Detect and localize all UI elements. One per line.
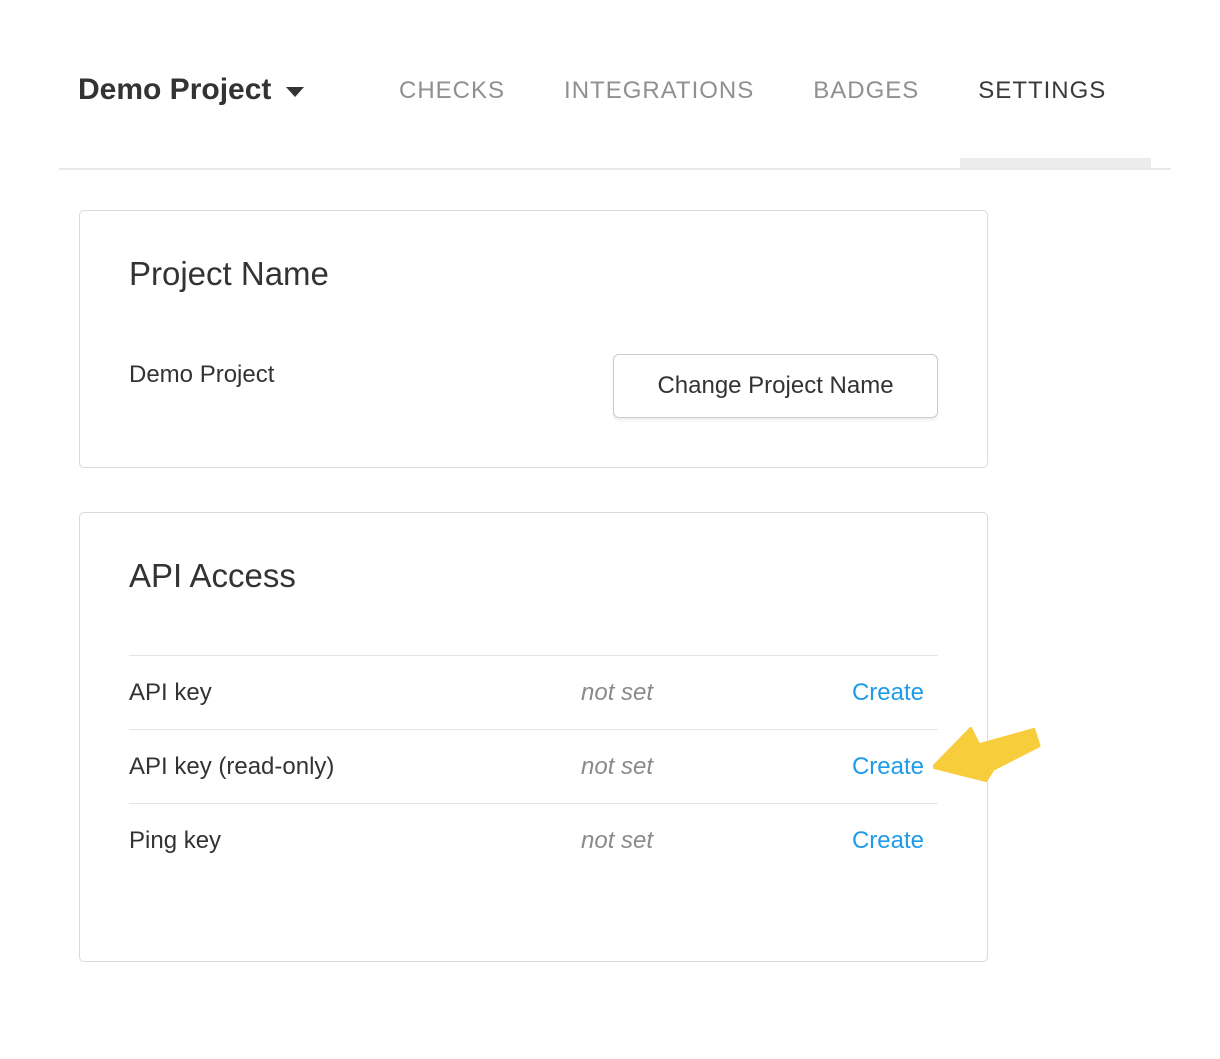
ping-key-create-link[interactable]: Create <box>852 827 924 854</box>
tab-integrations[interactable]: INTEGRATIONS <box>564 78 754 104</box>
header-divider <box>59 168 1171 170</box>
table-row-ping-key: Ping key not set Create <box>129 803 938 877</box>
project-dropdown[interactable]: Demo Project <box>78 72 304 108</box>
project-name-card: Project Name Demo Project Change Project… <box>79 210 988 468</box>
api-key-read-only-value: not set <box>581 753 778 781</box>
api-key-value: not set <box>581 679 778 707</box>
api-key-label: API key <box>129 679 581 707</box>
caret-down-icon <box>286 87 304 97</box>
tab-badges[interactable]: BADGES <box>813 78 919 104</box>
api-key-read-only-label: API key (read-only) <box>129 753 581 781</box>
project-title: Demo Project <box>78 72 271 108</box>
current-project-name: Demo Project <box>129 361 274 389</box>
tab-settings[interactable]: SETTINGS <box>978 78 1106 104</box>
ping-key-label: Ping key <box>129 827 581 855</box>
ping-key-value: not set <box>581 827 778 855</box>
api-access-card: API Access API key not set Create API ke… <box>79 512 988 962</box>
nav-tabs: CHECKS INTEGRATIONS BADGES SETTINGS <box>399 78 1106 104</box>
table-row-api-key-read-only: API key (read-only) not set Create <box>129 729 938 803</box>
api-access-card-title: API Access <box>129 557 938 595</box>
project-name-row: Demo Project Change Project Name <box>129 354 938 418</box>
project-name-card-title: Project Name <box>129 255 938 293</box>
api-keys-table: API key not set Create API key (read-onl… <box>129 655 938 877</box>
change-project-name-button[interactable]: Change Project Name <box>613 354 938 418</box>
api-key-create-link[interactable]: Create <box>852 679 924 706</box>
table-row-api-key: API key not set Create <box>129 655 938 729</box>
tab-checks[interactable]: CHECKS <box>399 78 505 104</box>
api-key-read-only-create-link[interactable]: Create <box>852 753 924 780</box>
